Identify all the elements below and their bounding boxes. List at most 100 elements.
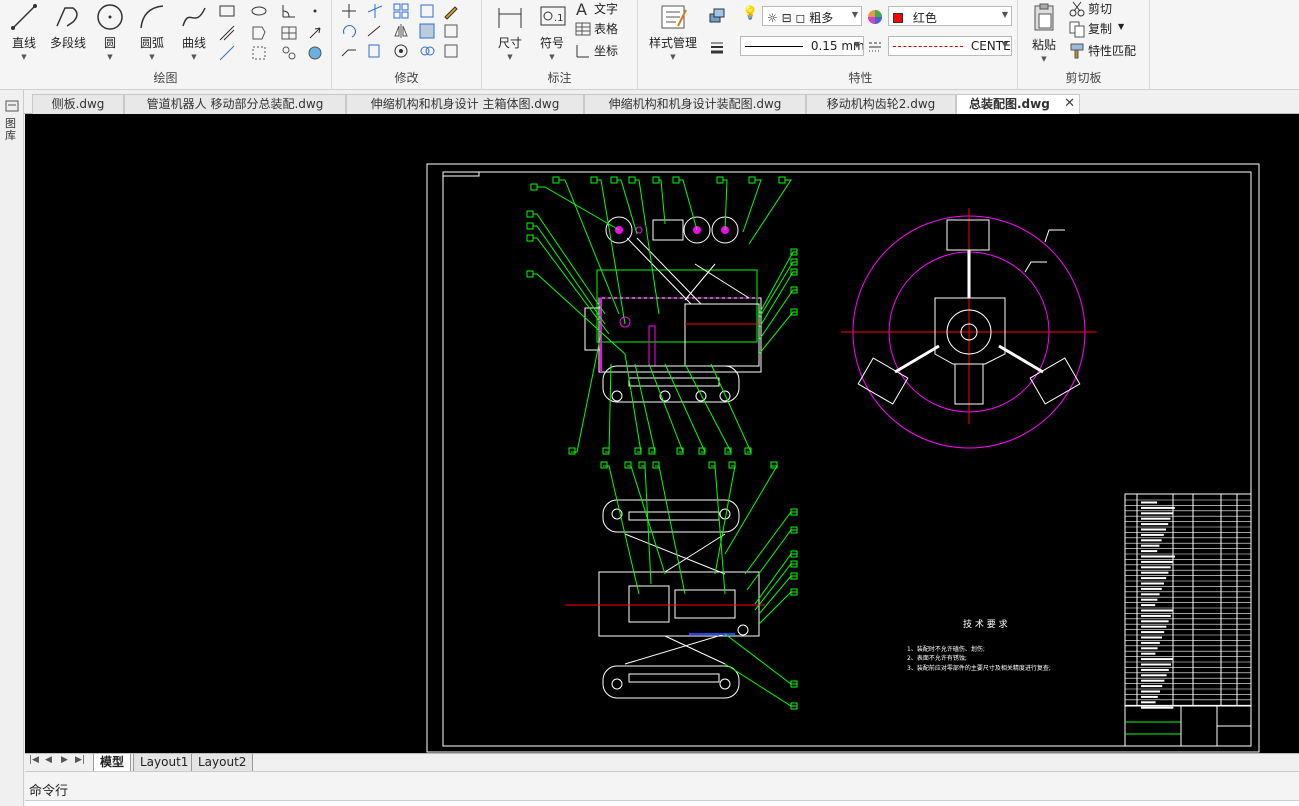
style-manager-button[interactable]: 样式管理 ▼: [646, 2, 700, 61]
tab-general-assembly[interactable]: 总装配图.dwg ✕: [956, 94, 1080, 115]
last-layout-icon[interactable]: ▶|: [75, 755, 85, 765]
tab-side-plate[interactable]: 侧板.dwg: [32, 94, 124, 114]
offset-icon[interactable]: [418, 2, 436, 20]
pencil-icon[interactable]: [442, 2, 460, 20]
linetype-dropdown[interactable]: CENTE ▼: [888, 36, 1012, 56]
color-dropdown[interactable]: 红色 ▼: [888, 6, 1012, 26]
block-icon[interactable]: [250, 44, 268, 62]
rectangle-icon[interactable]: [218, 2, 236, 20]
angle-icon[interactable]: [280, 2, 298, 20]
track-wheel: [611, 390, 623, 402]
fillet-icon[interactable]: [392, 42, 410, 60]
ray-icon[interactable]: [218, 44, 236, 62]
wipeout-icon[interactable]: [306, 44, 324, 62]
command-line-panel: 命令行: [25, 771, 1299, 806]
annotate-panel: 尺寸 ▼ .1 符号 ▼ A 文字 表格 坐标 标注: [482, 0, 638, 90]
tab-telescopic-assembly[interactable]: 伸缩机构和机身设计装配图.dwg: [584, 94, 806, 114]
chevron-down-icon: ▼: [851, 10, 858, 19]
parts-list-cell-text: [1141, 701, 1156, 704]
text-tool-label[interactable]: 文字: [594, 0, 618, 17]
parts-list-cell-text: [1141, 512, 1173, 515]
text-icon[interactable]: A: [574, 0, 592, 18]
modify-panel: 修改: [332, 0, 482, 90]
arrow-icon[interactable]: [306, 24, 324, 42]
library-icon[interactable]: [4, 98, 20, 114]
tab-main-box[interactable]: 伸缩机构和机身设计 主箱体图.dwg: [346, 94, 584, 114]
tab-label: 管道机器人 移动部分总装配.dwg: [146, 97, 324, 111]
scale-icon[interactable]: [418, 22, 436, 40]
left-side-strip: 图库: [0, 90, 24, 806]
tab-layout2[interactable]: Layout2: [191, 754, 254, 771]
command-input[interactable]: [25, 800, 1299, 806]
linetype-preview: [893, 46, 963, 47]
tab-layout1[interactable]: Layout1: [133, 754, 196, 771]
paste-button[interactable]: 粘贴 ▼: [1022, 2, 1066, 63]
tab-gear-2[interactable]: 移动机构齿轮2.dwg: [806, 94, 956, 114]
coord-tool-label[interactable]: 坐标: [594, 42, 618, 59]
next-layout-icon[interactable]: ▶: [61, 755, 68, 765]
curve-tool-button[interactable]: 曲线 ▼: [172, 2, 216, 61]
arc-icon: [140, 5, 164, 29]
layer-state-glyphs: ☼ ⊟ ◻: [767, 11, 810, 25]
parts-list-cell-text: [1141, 690, 1160, 693]
join-icon[interactable]: [418, 42, 436, 60]
side-panel-label[interactable]: 图库: [5, 118, 19, 142]
lineweight-dropdown[interactable]: 0.15 mm ▼: [740, 36, 864, 56]
color-wheel-icon[interactable]: [866, 8, 884, 26]
chevron-down-icon[interactable]: ▼: [1118, 22, 1124, 31]
copy-object-icon[interactable]: [366, 42, 384, 60]
table-grid-icon[interactable]: [280, 24, 298, 42]
table-icon[interactable]: [574, 20, 592, 38]
tab-model[interactable]: 模型: [93, 754, 132, 771]
top-view: [565, 499, 765, 699]
trim-icon[interactable]: [366, 2, 384, 20]
prev-layout-icon[interactable]: ◀: [45, 755, 52, 765]
parts-list-cell-text: [1141, 582, 1164, 585]
layer-dropdown[interactable]: ☼ ⊟ ◻ 粗多 ▼: [762, 6, 862, 26]
tab-robot-moving-assembly[interactable]: 管道机器人 移动部分总装配.dwg: [124, 94, 346, 114]
stretch-icon[interactable]: [340, 42, 358, 60]
symbol-tool-label: 符号: [539, 36, 564, 50]
rotate-icon[interactable]: [340, 22, 358, 40]
explode-icon[interactable]: [442, 22, 460, 40]
match-properties-label[interactable]: 特性匹配: [1088, 42, 1136, 59]
arc-tool-button[interactable]: 圆弧 ▼: [130, 2, 174, 61]
linetype-icon[interactable]: [866, 38, 884, 56]
close-icon[interactable]: ✕: [1064, 95, 1075, 113]
array-icon[interactable]: [392, 2, 410, 20]
copy-label[interactable]: 复制: [1088, 20, 1112, 37]
sheet-corner-mark: [442, 171, 480, 177]
region-icon[interactable]: [250, 24, 268, 42]
layer-state-icons[interactable]: 💡: [742, 6, 762, 24]
drawing-canvas[interactable]: 技 术 要 求 1、装配时不允许磕伤、划伤; 2、表面不允许有锈蚀; 3、装配前…: [25, 114, 1299, 753]
chevron-down-icon: ▼: [191, 53, 197, 61]
mirror-icon[interactable]: [392, 22, 410, 40]
extend-icon[interactable]: [366, 22, 384, 40]
circle-tool-button[interactable]: 圆 ▼: [88, 2, 132, 61]
match-properties-icon[interactable]: [1068, 42, 1086, 60]
move-icon[interactable]: [340, 2, 358, 20]
coordinate-icon[interactable]: [574, 42, 592, 60]
copy-icon[interactable]: [1068, 20, 1086, 38]
hatch-icon[interactable]: [218, 24, 236, 42]
line-tool-button[interactable]: 直线 ▼: [2, 2, 46, 61]
scissors-icon[interactable]: [1068, 0, 1086, 18]
symbol-tool-button[interactable]: .1 符号 ▼: [530, 2, 574, 61]
dimension-tool-button[interactable]: 尺寸 ▼: [488, 2, 532, 61]
lineweight-icon[interactable]: [708, 38, 726, 56]
first-layout-icon[interactable]: |◀: [29, 755, 39, 765]
parts-list-cell-text: [1141, 528, 1166, 531]
parts-list-cell-text: [1141, 506, 1175, 509]
group-icon[interactable]: [280, 44, 298, 62]
edit-icon[interactable]: [442, 42, 460, 60]
layer-manager-icon[interactable]: [708, 6, 726, 24]
top-joint: [737, 624, 749, 636]
top-wheel: [611, 678, 623, 690]
table-tool-label[interactable]: 表格: [594, 20, 618, 37]
ellipse-icon[interactable]: [250, 2, 268, 20]
paste-label: 粘贴: [1031, 38, 1056, 52]
polyline-tool-button[interactable]: 多段线: [46, 2, 90, 51]
point-icon[interactable]: [306, 2, 324, 20]
clipboard-panel-title: 剪切板: [1065, 71, 1102, 85]
cut-label[interactable]: 剪切: [1088, 0, 1112, 17]
